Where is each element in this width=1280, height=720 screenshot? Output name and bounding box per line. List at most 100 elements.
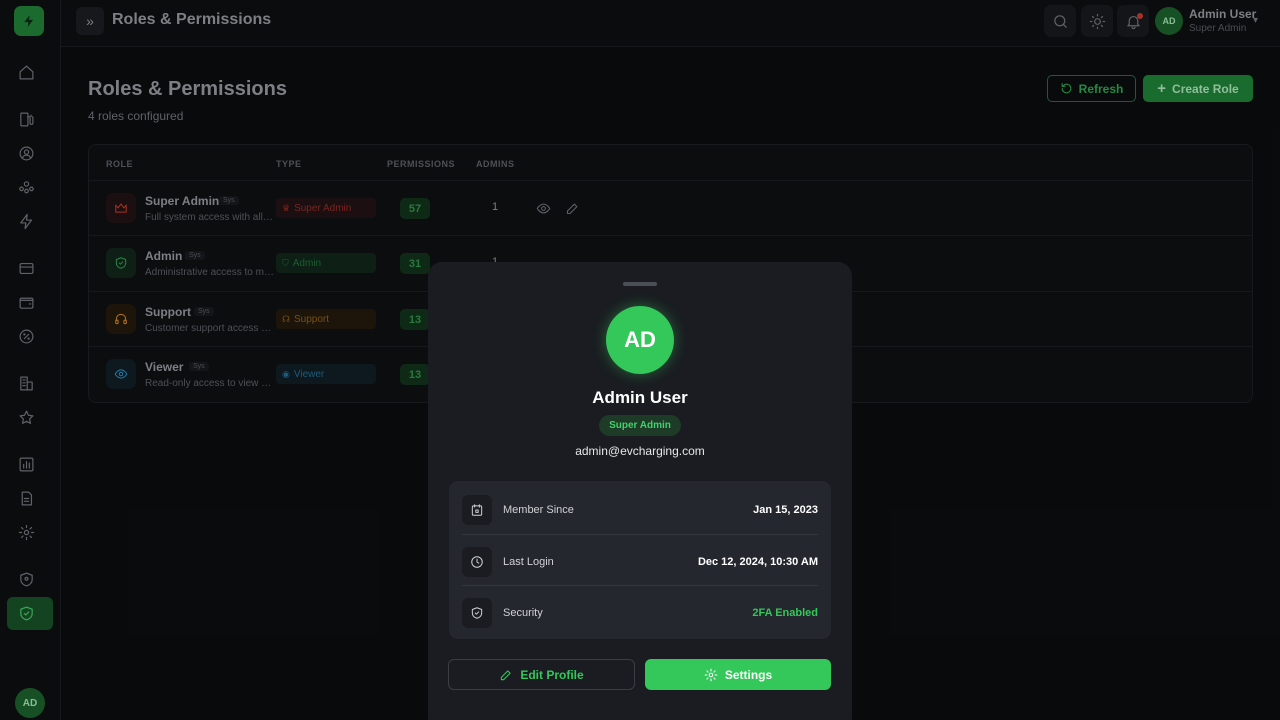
permissions-count: 13 xyxy=(400,364,430,385)
info-value: Dec 12, 2024, 10:30 AM xyxy=(697,556,818,568)
topbar: » Roles & Permissions AD Admin User Supe… xyxy=(61,0,1280,47)
column-header-admins: ADMINS xyxy=(476,159,515,169)
shield-user-icon[interactable] xyxy=(15,568,37,590)
shield-icon xyxy=(462,598,492,628)
sidebar-item-roles-active[interactable] xyxy=(7,597,53,630)
admins-count: 1 xyxy=(492,201,499,213)
edit-profile-button[interactable]: Edit Profile xyxy=(448,659,635,690)
clock-icon xyxy=(462,547,492,577)
type-label: Support xyxy=(294,313,330,325)
type-badge: ◉ Viewer xyxy=(276,364,376,384)
refresh-button[interactable]: Refresh xyxy=(1047,75,1136,102)
permissions-count: 13 xyxy=(400,309,430,330)
plus-icon: + xyxy=(1157,80,1167,97)
profile-info-card: Member Since Jan 15, 2023 Last Login Dec… xyxy=(449,481,831,639)
search-button[interactable] xyxy=(1044,5,1076,37)
credit-card-icon[interactable] xyxy=(15,257,37,279)
settings-button[interactable]: Settings xyxy=(645,659,831,690)
role-description: Full system access with all permissions xyxy=(145,212,275,223)
crown-icon: ♛ xyxy=(282,202,291,213)
shield-icon: ⛉ xyxy=(282,257,289,268)
eye-icon xyxy=(106,359,136,389)
eye-icon: ◉ xyxy=(282,368,290,379)
app-logo[interactable] xyxy=(14,6,44,36)
create-role-label: Create Role xyxy=(1172,81,1239,96)
info-row-last-login: Last Login Dec 12, 2024, 10:30 AM xyxy=(462,534,818,585)
wallet-icon[interactable] xyxy=(15,291,37,313)
info-row-security: Security 2FA Enabled xyxy=(462,585,818,636)
building-icon[interactable] xyxy=(15,372,37,394)
bar-chart-icon[interactable] xyxy=(15,453,37,475)
discount-icon[interactable] xyxy=(15,325,37,347)
users-group-icon[interactable] xyxy=(15,176,37,198)
sidebar: AD xyxy=(0,0,61,720)
role-name: Support xyxy=(145,305,191,319)
headphones-icon xyxy=(106,304,136,334)
permissions-count: 57 xyxy=(400,198,430,219)
header-title: Roles & Permissions xyxy=(112,11,272,28)
refresh-icon xyxy=(1061,83,1072,94)
user-circle-icon[interactable] xyxy=(15,142,37,164)
drag-handle[interactable] xyxy=(623,282,657,286)
refresh-label: Refresh xyxy=(1078,81,1124,96)
info-label: Last Login xyxy=(503,556,554,568)
info-label: Member Since xyxy=(503,504,574,516)
user-name[interactable]: Admin User xyxy=(1189,7,1256,21)
type-badge: ⛉ Admin xyxy=(276,253,376,273)
column-header-role: ROLE xyxy=(106,159,134,169)
crown-icon xyxy=(106,193,136,223)
lightning-logo-icon xyxy=(24,15,34,27)
gear-icon[interactable] xyxy=(15,521,37,543)
shield-check-icon xyxy=(15,602,37,624)
info-value: 2FA Enabled xyxy=(752,607,818,619)
edit-icon[interactable] xyxy=(563,199,581,217)
user-role: Super Admin xyxy=(1189,23,1247,34)
shield-check-icon xyxy=(106,248,136,278)
edit-profile-label: Edit Profile xyxy=(520,667,584,682)
profile-email: admin@evcharging.com xyxy=(575,444,705,458)
page-subtitle: 4 roles configured xyxy=(88,109,184,123)
info-label: Security xyxy=(503,607,543,619)
sys-tag: Sys xyxy=(194,307,214,316)
column-header-permissions: PERMISSIONS xyxy=(387,159,456,169)
star-icon[interactable] xyxy=(15,406,37,428)
notification-dot xyxy=(1137,13,1143,19)
role-name: Admin xyxy=(145,249,183,263)
type-label: Viewer xyxy=(293,368,325,380)
double-chevron-right-icon: » xyxy=(86,13,94,29)
profile-role-badge: Super Admin xyxy=(599,415,681,436)
chevron-down-icon[interactable]: ▾ xyxy=(1253,15,1258,26)
profile-avatar: AD xyxy=(606,306,674,374)
type-badge: ♛ Super Admin xyxy=(276,198,376,218)
lightning-icon[interactable] xyxy=(15,210,37,232)
fuel-station-icon[interactable] xyxy=(15,108,37,130)
info-value: Jan 15, 2023 xyxy=(753,504,818,516)
home-icon[interactable] xyxy=(15,61,37,83)
user-avatar[interactable]: AD xyxy=(1155,7,1183,35)
expand-sidebar-button[interactable]: » xyxy=(76,7,104,35)
sun-icon xyxy=(1089,13,1105,29)
table-row[interactable]: Super Admin Sys Full system access with … xyxy=(89,180,1252,235)
role-description: Read-only access to view data xyxy=(145,378,275,389)
settings-label: Settings xyxy=(724,667,773,682)
document-icon[interactable] xyxy=(15,487,37,509)
profile-name: Admin User xyxy=(592,388,688,407)
role-name: Viewer xyxy=(145,360,184,374)
notifications-button[interactable] xyxy=(1117,5,1149,37)
column-header-type: TYPE xyxy=(276,159,302,169)
permissions-count: 31 xyxy=(400,253,430,274)
role-name: Super Admin xyxy=(145,194,220,208)
role-description: Administrative access to manage xyxy=(145,267,275,278)
create-role-button[interactable]: + Create Role xyxy=(1143,75,1253,102)
view-icon[interactable] xyxy=(534,199,552,217)
theme-toggle-button[interactable] xyxy=(1081,5,1113,37)
calendar-icon xyxy=(462,495,492,525)
sidebar-avatar[interactable]: AD xyxy=(15,688,45,718)
sys-tag: Sys xyxy=(185,251,205,260)
page-title: Roles & Permissions xyxy=(88,78,287,100)
search-icon xyxy=(1053,14,1067,28)
headphones-icon: ☊ xyxy=(282,313,290,324)
profile-sheet: AD Admin User Super Admin admin@evchargi… xyxy=(428,262,852,720)
gear-icon xyxy=(704,668,718,681)
sys-tag: Sys xyxy=(219,196,239,205)
